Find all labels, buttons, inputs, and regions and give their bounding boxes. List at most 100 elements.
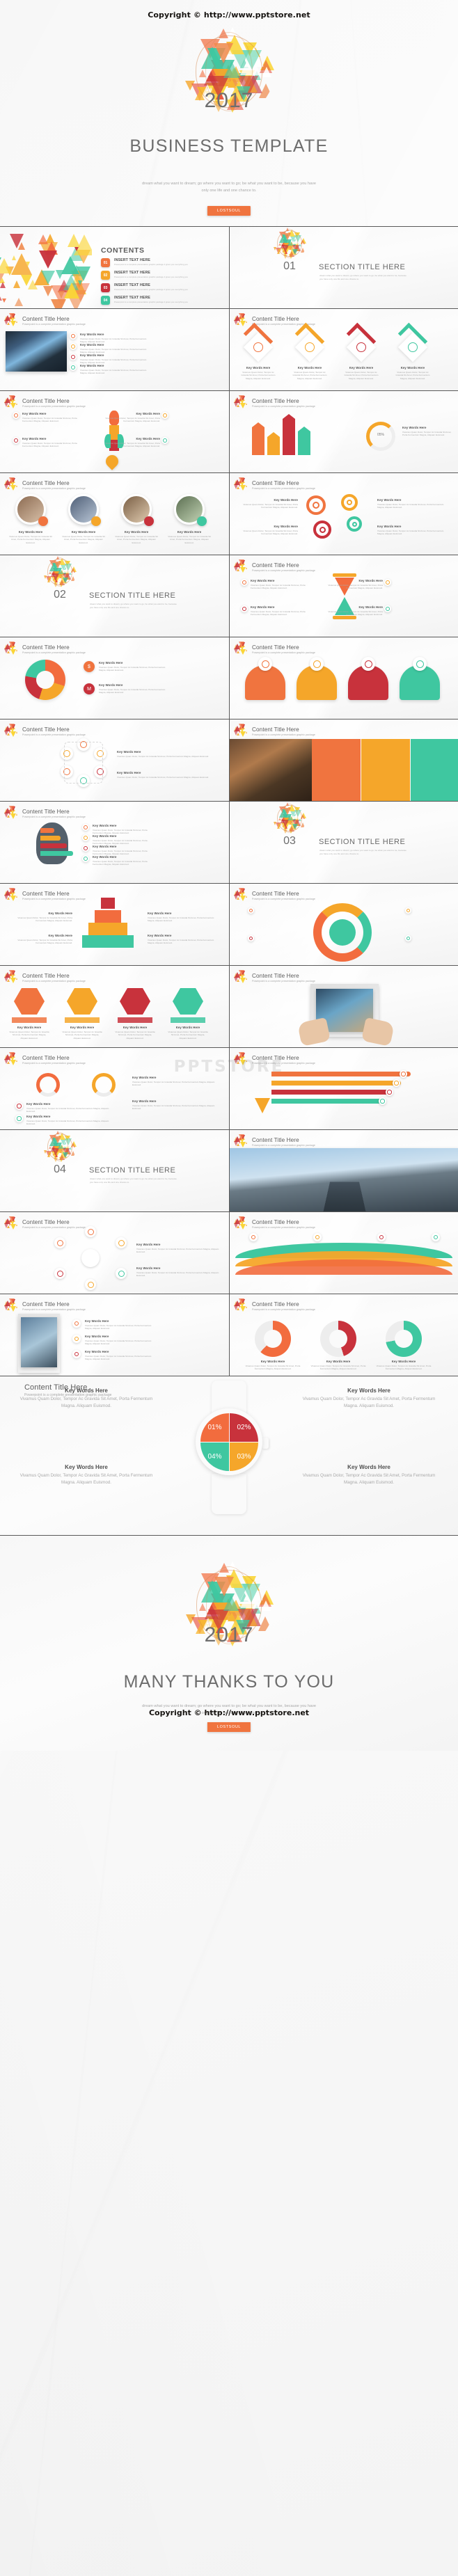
template-slide[interactable]: Content Title Here Powerpoint is a comple… (0, 391, 229, 472)
feature-icon (408, 342, 418, 352)
watch-quadrant[interactable]: 04% (200, 1442, 229, 1471)
template-slide[interactable]: Content Title Here Powerpoint is a comple… (0, 1294, 229, 1376)
timeline-stripe (271, 1081, 401, 1086)
template-slide[interactable]: Content Title Here Powerpoint is a comple… (229, 637, 458, 719)
template-slide[interactable]: Content Title Here Powerpoint is a comple… (0, 637, 229, 719)
template-slide[interactable]: 03 SECTION TITLE HERE dream what you want … (229, 802, 458, 883)
pyramid-layer (95, 910, 121, 923)
template-slide[interactable]: Content Title Here Powerpoint is a comple… (229, 1130, 458, 1211)
slide-logo-icon (4, 1216, 19, 1231)
feature-icon (13, 412, 19, 419)
template-slide[interactable]: Content Title Here Powerpoint is a comple… (229, 966, 458, 1047)
slide-header: Content Title Here Powerpoint is a comple… (234, 477, 315, 492)
slide-subtitle: Powerpoint is a complete presentation gr… (252, 733, 315, 737)
key-words-block: Key Words Here Vivamus Quam Dolor, Tempor… (8, 912, 72, 923)
template-slide[interactable]: Content Title Here Powerpoint is a comple… (0, 473, 229, 555)
key-words-body: Vivamus Quam Dolor, Tempor Ac Gravida Si… (85, 1339, 152, 1346)
key-words-body: Vivamus Quam Dolor, Tempor Ac Gravida Si… (105, 416, 160, 423)
template-slide[interactable]: Content Title Here Powerpoint is a comple… (0, 966, 229, 1047)
slide-header: Content Title Here Powerpoint is a comple… (4, 1216, 86, 1231)
closing-cta-button[interactable]: LOSTSOUL (207, 1722, 251, 1732)
slide-header: Content Title Here Powerpoint is a comple… (234, 723, 315, 738)
key-words-block: Key Words Here Vivamus Quam Dolor, Tempor… (80, 343, 150, 354)
template-slide[interactable]: Content Title Here Powerpoint is a comple… (0, 802, 229, 883)
section-title: SECTION TITLE HERE (89, 1166, 176, 1175)
key-words-block: Key Words Here Vivamus Quam Dolor, Tempor… (85, 1350, 152, 1361)
contents-item[interactable]: 04 INSERT TEXT HERE Powerpoint is a comple… (101, 296, 219, 305)
template-slide[interactable]: Content Title Here Powerpoint is a comple… (0, 884, 229, 965)
template-slide[interactable]: Content Title Here Powerpoint is a comple… (0, 1212, 229, 1294)
network-node (85, 1279, 96, 1290)
slide-title: Content Title Here (22, 808, 70, 815)
key-words-block: Key Words Here Vivamus Quam Dolor, Tempor… (374, 1360, 433, 1371)
contents-item-desc: Powerpoint is a complete presentation gr… (114, 288, 188, 291)
template-slide[interactable]: Content Title Here Powerpoint is a comple… (229, 391, 458, 472)
template-slide[interactable]: Content Title Here Powerpoint is a comple… (229, 1294, 458, 1376)
key-words-block: Key Words Here Vivamus Quam Dolor, Tempor… (103, 437, 160, 448)
watch-quadrant[interactable]: 02% (230, 1413, 258, 1442)
key-words-block: Key Words Here Vivamus Quam Dolor, Tempor… (22, 437, 79, 448)
contents-item-number: 02 (101, 271, 110, 280)
template-slide[interactable]: Content Title Here Powerpoint is a comple… (229, 309, 458, 390)
template-slide[interactable]: 04 SECTION TITLE HERE dream what you want … (0, 1130, 229, 1211)
contents-item[interactable]: 01 INSERT TEXT HERE Powerpoint is a comple… (101, 258, 219, 267)
card-icon (413, 657, 427, 671)
slide-header: Content Title Here Powerpoint is a comple… (4, 1051, 86, 1067)
key-words-body: Vivamus Quam Dolor, Tempor Ac Gravida Si… (99, 687, 166, 694)
watch-quadrant[interactable]: 03% (230, 1442, 258, 1471)
slide-header: Content Title Here Powerpoint is a comple… (234, 887, 315, 903)
network-hub (81, 1249, 100, 1267)
feature-icon (70, 333, 77, 340)
key-words-body: Vivamus Quam Dolor, Tempor Ac Gravida Si… (251, 610, 306, 617)
color-panel (361, 739, 410, 801)
watch-key-words: Key Words Here Vivamus Quam Dolor, Tempor… (17, 1388, 156, 1410)
copyright-banner: Copyright © http://www.pptstore.net (148, 10, 310, 19)
avatar-badge (197, 516, 207, 526)
template-slide[interactable]: Content Title Here Powerpoint is a comple… (229, 473, 458, 555)
feature-icon (248, 935, 254, 941)
section-subtitle: dream what you want to dream; go where y… (319, 274, 406, 281)
template-slide[interactable]: CONTENTS 01 INSERT TEXT HERE Powerpoint is … (0, 227, 229, 308)
slide-header: Content Title Here Powerpoint is a comple… (234, 641, 315, 656)
slide-row: Content Title Here Powerpoint is a comple… (0, 719, 458, 801)
template-slide[interactable]: 02 SECTION TITLE HERE dream what you want … (0, 555, 229, 637)
template-slide[interactable]: Content Title Here Powerpoint is a comple… (0, 309, 229, 390)
timeline-stripe (271, 1090, 391, 1095)
cover-cta-button[interactable]: LOSTSOUL (207, 206, 251, 216)
key-words-block: Key Words Here Vivamus Quam Dolor, Tempor… (61, 1026, 103, 1040)
contents-item[interactable]: 02 INSERT TEXT HERE Powerpoint is a comple… (101, 271, 219, 280)
slide-title: Content Title Here (22, 397, 70, 404)
template-slide[interactable]: Content Title Here Powerpoint is a comple… (229, 555, 458, 637)
feature-icon (82, 855, 89, 862)
contents-item-desc: Powerpoint is a complete presentation gr… (114, 301, 188, 303)
key-words-label: Key Words Here (349, 366, 374, 369)
template-slide[interactable]: Content Title Here Powerpoint is a comple… (229, 884, 458, 965)
template-slide[interactable]: Content Title Here Powerpoint is a comple… (229, 1212, 458, 1294)
key-words-label: Key Words Here (22, 437, 47, 440)
template-slide[interactable]: Content Title Here Powerpoint is a comple… (0, 1048, 229, 1129)
feature-icon (241, 605, 248, 612)
slide-subtitle: Powerpoint is a complete presentation gr… (252, 651, 315, 655)
template-slide[interactable]: Content Title Here Powerpoint is a comple… (0, 719, 229, 801)
feature-icon (305, 342, 315, 352)
brain-bar (40, 843, 67, 848)
slide-row: 04 SECTION TITLE HERE dream what you want … (0, 1129, 458, 1211)
contents-item[interactable]: 03 INSERT TEXT HERE Powerpoint is a comple… (101, 283, 219, 292)
watch-quadrant[interactable]: 01% (200, 1413, 229, 1442)
template-slide[interactable]: Content Title Here Powerpoint is a comple… (229, 1048, 458, 1129)
key-words-body: Vivamus Quam Dolor, Tempor Ac Gravida Si… (168, 1030, 208, 1040)
key-words-block: Key Words Here Vivamus Quam Dolor, Tempor… (61, 530, 106, 545)
slide-header: Content Title Here Powerpoint is a comple… (234, 969, 315, 985)
template-slide[interactable]: Content Title Here Powerpoint is a comple… (229, 719, 458, 801)
map-pin-icon (103, 452, 121, 470)
key-words-label: Key Words Here (132, 1099, 157, 1103)
key-words-label: Key Words Here (136, 412, 160, 415)
template-slide[interactable]: 01 SECTION TITLE HERE dream what you want … (229, 227, 458, 308)
slide-header: Content Title Here Powerpoint is a comple… (4, 1298, 86, 1313)
key-words-label: Key Words Here (80, 364, 104, 367)
key-words-body: Vivamus Quam Dolor, Tempor Ac Gravida Si… (9, 1030, 49, 1040)
slide-title: Content Title Here (22, 972, 70, 979)
key-words-body: Vivamus Quam Dolor, Tempor Ac Gravida Si… (395, 370, 430, 381)
template-preview-sheet: Copyright © http://www.pptstore.net 2017… (0, 0, 458, 2576)
key-words-label: Key Words Here (85, 1319, 109, 1323)
